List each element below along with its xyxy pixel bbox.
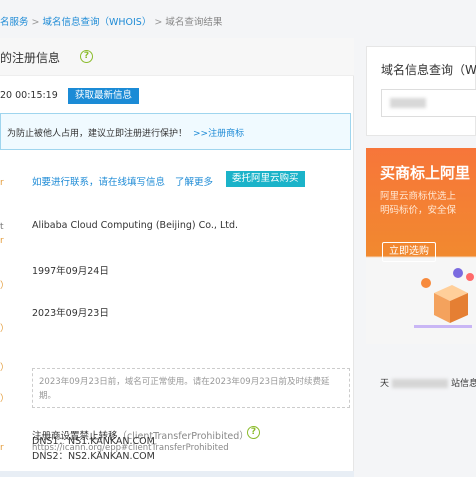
breadcrumb-item-domain-service[interactable]: 名服务 [0, 17, 29, 28]
whois-result-panel: 的注册信息 ? 20 00:15:19 获取最新信息 为防止被他人占用，建议立即… [0, 38, 354, 477]
blurred-text [390, 98, 426, 108]
blurred-text [392, 379, 449, 388]
label-fragment: ） [0, 363, 10, 373]
help-icon[interactable]: ? [80, 50, 93, 63]
ad-subtitle-line: 明码标价，安全保 [380, 205, 457, 216]
ad-buy-now-button[interactable]: 立即选购 [382, 242, 436, 262]
aliyun-buy-button[interactable]: 委托阿里云购买 [226, 171, 305, 187]
query-card-title: 域名信息查询（W [381, 63, 476, 77]
domain-query-input[interactable] [381, 89, 476, 117]
label-fragment: r [0, 443, 4, 453]
notice-banner: 为防止被他人占用，建议立即注册进行保护！ >>注册商标 [0, 113, 351, 150]
breadcrumb-separator: > [31, 17, 40, 28]
section-divider [0, 471, 354, 477]
dns2-value: DNS2：NS2.KANKAN.COM [32, 451, 155, 462]
label-fragment: ） [0, 324, 10, 334]
section-title: 的注册信息 [0, 51, 61, 65]
contact-row: 如要进行联系，请在线填写信息 了解更多 [32, 174, 213, 188]
learn-more-link[interactable]: 了解更多 [175, 177, 213, 188]
label-fragment: r [0, 236, 4, 246]
ad-title: 买商标上阿里 [380, 164, 471, 182]
registrar-value: Alibaba Cloud Computing (Beijing) Co., L… [32, 220, 239, 231]
label-fragment: t [0, 222, 4, 232]
register-trademark-link[interactable]: >>注册商标 [193, 129, 244, 139]
breadcrumb-item-whois[interactable]: 域名信息查询（WHOIS） [42, 17, 151, 28]
update-time: 20 00:15:19 [0, 90, 58, 101]
notice-text: 为防止被他人占用，建议立即注册进行保护！ >>注册商标 [7, 126, 244, 139]
expiry-date-value: 2023年09月23日 [32, 308, 109, 319]
dns1-value: DNS1：NS1.KANKAN.COM [32, 436, 155, 447]
breadcrumb: 名服务 > 域名信息查询（WHOIS） > 域名查询结果 [0, 14, 222, 28]
label-fragment: r [0, 178, 4, 188]
right-footer-text: 天 站信息 [380, 376, 476, 389]
expiry-note: 2023年09月23日前，域名可正常使用。请在2023年09月23日前及时续费延… [32, 368, 350, 408]
notice-message: 为防止被他人占用，建议立即注册进行保护！ [7, 129, 188, 139]
status-help-icon[interactable]: ? [247, 426, 260, 439]
contact-form-link[interactable]: 如要进行联系，请在线填写信息 [32, 177, 165, 188]
ad-subtitle: 阿里云商标优选上 明码标价，安全保 [380, 190, 456, 218]
ad-subtitle-line: 阿里云商标优选上 [380, 191, 457, 202]
footer-suffix: 站信息 [451, 379, 476, 389]
breadcrumb-separator: > [154, 17, 163, 28]
footer-prefix: 天 [380, 379, 390, 389]
trademark-ad-banner[interactable]: 买商标上阿里 阿里云商标优选上 明码标价，安全保 立即选购 [366, 148, 476, 344]
breadcrumb-item-result: 域名查询结果 [165, 17, 223, 28]
refresh-info-button[interactable]: 获取最新信息 [68, 88, 140, 104]
created-date-value: 1997年09月24日 [32, 266, 109, 277]
section-header: 的注册信息 ? [0, 38, 354, 76]
whois-query-card: 域名信息查询（W [366, 46, 476, 136]
label-fragment: ） [0, 394, 10, 404]
ad-illustration [406, 263, 476, 343]
label-fragment: ） [0, 281, 10, 291]
